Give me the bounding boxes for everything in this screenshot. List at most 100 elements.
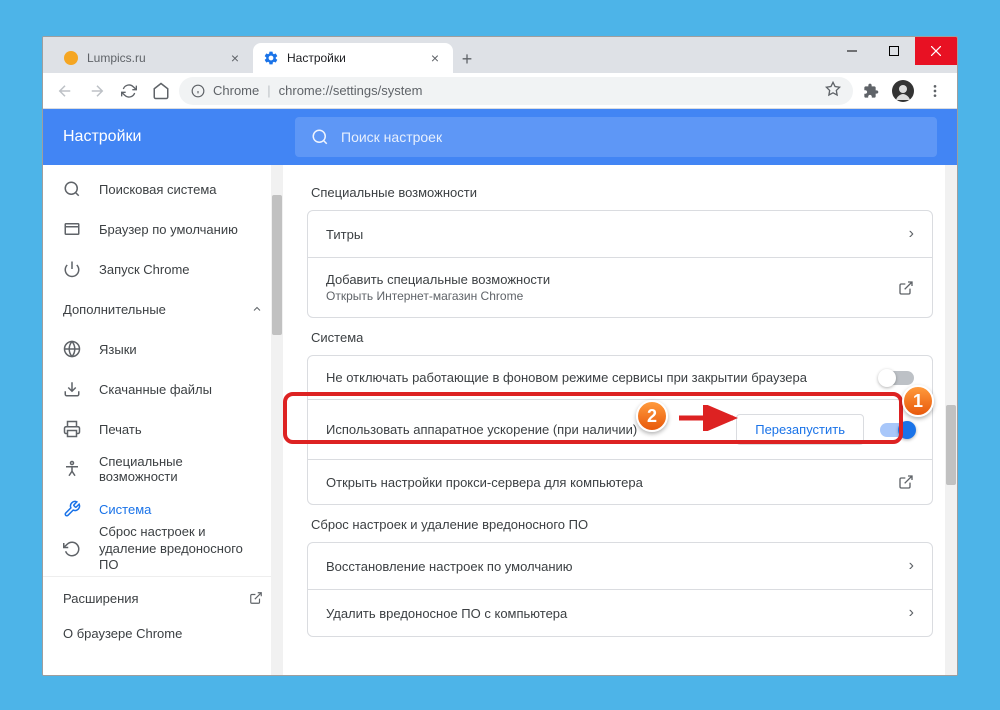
sidebar-item-languages[interactable]: Языки (43, 329, 283, 369)
tab-favicon-lumpics (63, 50, 79, 66)
settings-sidebar: Поисковая система Браузер по умолчанию З… (43, 165, 283, 675)
search-icon (63, 180, 81, 198)
maximize-button[interactable] (873, 37, 915, 65)
external-link-icon (249, 591, 263, 605)
address-bar: Chrome | chrome://settings/system (43, 73, 957, 109)
extensions-button[interactable] (857, 77, 885, 105)
accessibility-card: Титры › Добавить специальные возможности… (307, 210, 933, 318)
back-button[interactable] (51, 77, 79, 105)
sidebar-label: Расширения (63, 591, 139, 606)
sidebar-label: Запуск Chrome (99, 262, 190, 277)
sidebar-item-extensions[interactable]: Расширения (43, 581, 283, 616)
external-link-icon (898, 280, 914, 296)
row-sublabel: Открыть Интернет-магазин Chrome (326, 289, 550, 303)
sidebar-item-printing[interactable]: Печать (43, 409, 283, 449)
url-separator: | (267, 83, 270, 98)
row-label: Удалить вредоносное ПО с компьютера (326, 606, 567, 621)
section-accessibility-title: Специальные возможности (307, 173, 933, 210)
row-label: Восстановление настроек по умолчанию (326, 559, 573, 574)
omnibox[interactable]: Chrome | chrome://settings/system (179, 77, 853, 105)
restart-button[interactable]: Перезапустить (736, 414, 864, 445)
reset-card: Восстановление настроек по умолчанию › У… (307, 542, 933, 637)
sidebar-label: Дополнительные (63, 302, 166, 317)
row-label: Добавить специальные возможности (326, 272, 550, 287)
search-placeholder: Поиск настроек (341, 129, 442, 145)
sidebar-label: Печать (99, 422, 142, 437)
sidebar-label: Специальные возможности (99, 454, 263, 484)
settings-header: Настройки Поиск настроек (43, 109, 957, 165)
chevron-up-icon (251, 303, 263, 315)
row-label: Не отключать работающие в фоновом режиме… (326, 370, 807, 385)
restore-icon (63, 540, 81, 558)
row-restore-defaults[interactable]: Восстановление настроек по умолчанию › (308, 543, 932, 589)
accessibility-icon (63, 460, 81, 478)
sidebar-label: Поисковая система (99, 182, 217, 197)
section-reset-title: Сброс настроек и удаление вредоносного П… (307, 505, 933, 542)
row-label: Открыть настройки прокси-сервера для ком… (326, 475, 643, 490)
sidebar-label: Скачанные файлы (99, 382, 212, 397)
tab-lumpics[interactable]: Lumpics.ru × (53, 43, 253, 73)
browser-icon (63, 220, 81, 238)
reload-button[interactable] (115, 77, 143, 105)
sidebar-label: Система (99, 502, 151, 517)
tab-label: Настройки (287, 51, 346, 65)
sidebar-item-accessibility[interactable]: Специальные возможности (43, 449, 283, 489)
tab-label: Lumpics.ru (87, 51, 146, 65)
wrench-icon (63, 500, 81, 518)
close-window-button[interactable] (915, 37, 957, 65)
toggle-background-apps[interactable] (880, 371, 914, 385)
row-hardware-accel[interactable]: Использовать аппаратное ускорение (при н… (308, 399, 932, 459)
row-proxy[interactable]: Открыть настройки прокси-сервера для ком… (308, 459, 932, 504)
tab-close-icon[interactable]: × (427, 50, 443, 66)
row-label: Титры (326, 227, 363, 242)
settings-panel: Специальные возможности Титры › Добавить… (283, 165, 957, 675)
power-icon (63, 260, 81, 278)
row-add-accessibility[interactable]: Добавить специальные возможности Открыть… (308, 257, 932, 317)
tab-favicon-settings (263, 50, 279, 66)
titlebar: Lumpics.ru × Настройки × + (43, 37, 957, 73)
home-button[interactable] (147, 77, 175, 105)
sidebar-section-advanced[interactable]: Дополнительные (43, 289, 283, 329)
panel-scrollbar[interactable] (945, 165, 957, 675)
star-icon[interactable] (825, 81, 841, 100)
settings-main: Поисковая система Браузер по умолчанию З… (43, 165, 957, 675)
download-icon (63, 380, 81, 398)
sidebar-scrollbar[interactable] (271, 165, 283, 675)
external-link-icon (898, 474, 914, 490)
chevron-right-icon: › (909, 604, 914, 622)
url-text: chrome://settings/system (279, 83, 423, 98)
minimize-button[interactable] (831, 37, 873, 65)
content-area: Настройки Поиск настроек Поисковая систе… (43, 109, 957, 675)
sidebar-label: Сброс настроек и удаление вредоносного П… (99, 524, 263, 575)
row-background-apps[interactable]: Не отключать работающие в фоновом режиме… (308, 356, 932, 399)
system-card: Не отключать работающие в фоновом режиме… (307, 355, 933, 505)
row-label: Использовать аппаратное ускорение (при н… (326, 422, 637, 437)
sidebar-item-search-engine[interactable]: Поисковая система (43, 169, 283, 209)
sidebar-item-downloads[interactable]: Скачанные файлы (43, 369, 283, 409)
forward-button[interactable] (83, 77, 111, 105)
profile-avatar[interactable] (889, 77, 917, 105)
toggle-hardware-accel[interactable] (880, 423, 914, 437)
sidebar-item-reset[interactable]: Сброс настроек и удаление вредоносного П… (43, 529, 283, 569)
tab-close-icon[interactable]: × (227, 50, 243, 66)
search-icon (311, 128, 329, 146)
url-scheme: Chrome (213, 83, 259, 98)
browser-window: Lumpics.ru × Настройки × + Chrome | chro… (42, 36, 958, 676)
chevron-right-icon: › (909, 557, 914, 575)
sidebar-label: О браузере Chrome (63, 626, 182, 641)
new-tab-button[interactable]: + (453, 45, 481, 73)
menu-button[interactable] (921, 77, 949, 105)
tab-settings[interactable]: Настройки × (253, 43, 453, 73)
sidebar-item-about[interactable]: О браузере Chrome (43, 616, 283, 651)
settings-search[interactable]: Поиск настроек (295, 117, 937, 157)
site-info-icon (191, 84, 205, 98)
sidebar-item-on-startup[interactable]: Запуск Chrome (43, 249, 283, 289)
print-icon (63, 420, 81, 438)
sidebar-item-default-browser[interactable]: Браузер по умолчанию (43, 209, 283, 249)
globe-icon (63, 340, 81, 358)
sidebar-label: Языки (99, 342, 137, 357)
row-cleanup[interactable]: Удалить вредоносное ПО с компьютера › (308, 589, 932, 636)
settings-title: Настройки (63, 128, 263, 146)
sidebar-label: Браузер по умолчанию (99, 222, 238, 237)
row-captions[interactable]: Титры › (308, 211, 932, 257)
